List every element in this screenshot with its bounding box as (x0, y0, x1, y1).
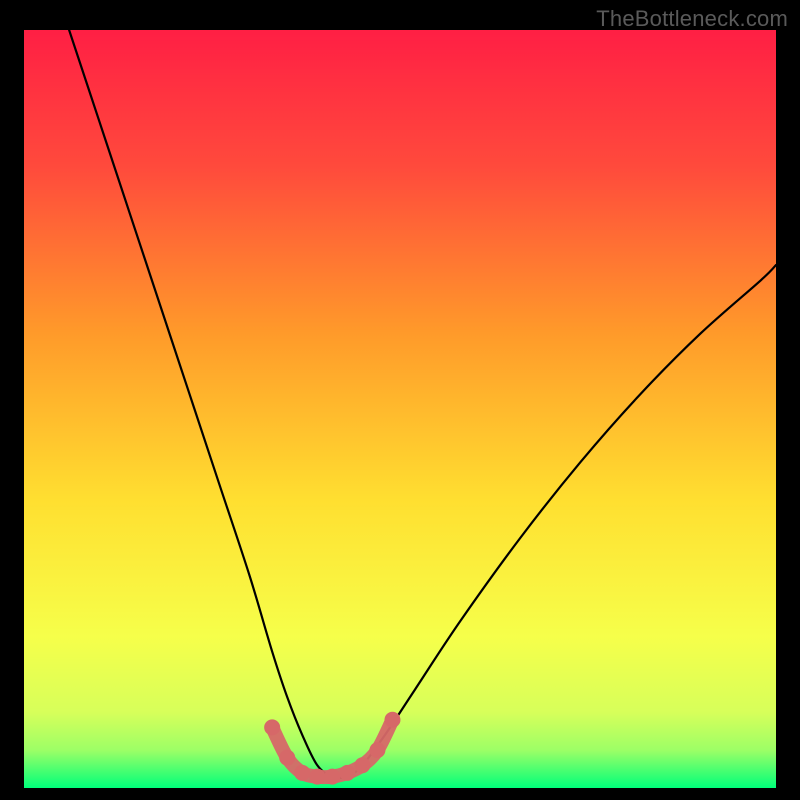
sweet-spot-dot (279, 750, 295, 766)
sweet-spot-dot (324, 769, 340, 785)
watermark-label: TheBottleneck.com (596, 6, 788, 32)
sweet-spot-dot (294, 765, 310, 781)
sweet-spot-dot (264, 719, 280, 735)
sweet-spot-dot (369, 742, 385, 758)
sweet-spot-dot (384, 712, 400, 728)
sweet-spot-dot (339, 765, 355, 781)
chart-svg (24, 30, 776, 788)
sweet-spot-dot (309, 769, 325, 785)
plot-area (24, 30, 776, 788)
gradient-background (24, 30, 776, 788)
chart-frame: TheBottleneck.com (0, 0, 800, 800)
sweet-spot-dot (354, 757, 370, 773)
